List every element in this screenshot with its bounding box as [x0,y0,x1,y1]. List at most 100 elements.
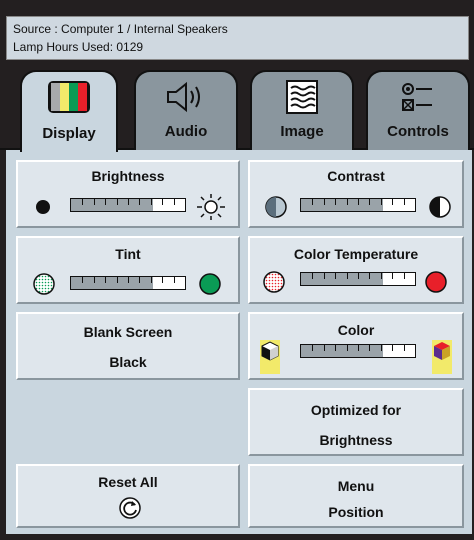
slider-tick [403,273,405,279]
slider-tick [116,277,118,283]
slider-tick [82,199,84,205]
slider-tick [93,277,95,283]
slider-tick [392,199,394,205]
slider-ticks [301,273,415,279]
tab-controls-label: Controls [387,123,449,140]
lamp-hours-text: Lamp Hours Used: 0129 [13,40,144,54]
slider-tick [335,345,337,351]
status-box: Source : Computer 1 / Internal Speakers … [6,16,469,60]
low-contrast-icon [265,196,287,218]
slider-tick [139,199,141,205]
slider-tick [323,199,325,205]
slider-tick [358,273,359,279]
menu-position-button[interactable]: Menu Position [248,464,464,528]
reset-all-label: Reset All [98,474,158,490]
slider-tick [323,345,325,351]
color-low-cube-icon [260,340,280,374]
blank-screen-button[interactable]: Blank Screen Black [16,312,240,380]
menu-position-value: Position [328,504,384,520]
slider-tick [162,199,164,205]
display-color-bars-icon [22,80,116,114]
contrast-label: Contrast [327,168,385,184]
contrast-control[interactable]: Contrast [248,160,464,228]
reset-icon [119,497,141,519]
slider-tick [346,273,348,279]
optimized-for-value: Brightness [319,432,393,448]
slider-tick [403,345,405,351]
color-temperature-slider[interactable] [300,272,416,286]
slider-tick [369,273,371,279]
tint-green-icon [199,273,221,295]
slider-tick [335,273,337,279]
slider-tick [403,199,405,205]
sun-icon [197,194,225,220]
tab-image[interactable]: Image [250,70,354,150]
tint-control[interactable]: Tint [16,236,240,304]
slider-tick [173,199,175,205]
slider-tick [346,345,348,351]
tint-label: Tint [115,246,141,262]
menu-position-label: Menu [337,478,375,494]
slider-tick [150,199,152,205]
tab-audio[interactable]: Audio [134,70,238,150]
display-panel: Brightness Contrast Tint Color Temperatu… [6,148,472,534]
slider-tick [128,277,129,283]
slider-tick [369,199,371,205]
slider-ticks [301,345,415,351]
slider-ticks [71,277,185,283]
slider-tick [380,273,382,279]
brightness-label: Brightness [91,168,165,184]
reset-all-button[interactable]: Reset All [16,464,240,528]
contrast-slider[interactable] [300,198,416,212]
color-slider[interactable] [300,344,416,358]
slider-tick [139,277,141,283]
brightness-control[interactable]: Brightness [16,160,240,228]
tab-image-label: Image [280,123,324,140]
slider-tick [128,199,129,205]
slider-tick [312,345,314,351]
temperature-light-red-icon [263,271,285,293]
slider-tick [173,277,175,283]
slider-tick [380,345,382,351]
slider-tick [150,277,152,283]
tab-display-label: Display [42,125,96,142]
color-high-cube-icon [432,340,452,374]
slider-tick [82,277,84,283]
tab-display[interactable]: Display [20,70,118,152]
slider-tick [392,273,394,279]
slider-tick [105,277,107,283]
slider-tick [392,345,394,351]
image-waves-icon [252,80,352,114]
color-temperature-label: Color Temperature [293,246,419,262]
color-control[interactable]: Color [248,312,464,380]
slider-tick [346,199,348,205]
slider-tick [93,199,95,205]
controls-toggle-icon [368,80,468,114]
slider-tick [116,199,118,205]
brightness-slider[interactable] [70,198,186,212]
slider-tick [162,277,164,283]
tab-audio-label: Audio [164,123,208,140]
high-contrast-icon [429,196,451,218]
slider-tick [105,199,107,205]
slider-tick [335,199,337,205]
tab-controls[interactable]: Controls [366,70,470,150]
optimized-for-label: Optimized for [310,402,402,418]
temperature-red-icon [425,271,447,293]
tint-slider[interactable] [70,276,186,290]
slider-tick [380,199,382,205]
optimized-for-button[interactable]: Optimized for Brightness [248,388,464,456]
slider-tick [369,345,371,351]
slider-tick [358,345,359,351]
blank-screen-label: Blank Screen [83,324,173,340]
dark-dot-icon [36,200,50,214]
blank-screen-value: Black [109,354,147,370]
slider-tick [312,199,314,205]
color-temperature-control[interactable]: Color Temperature [248,236,464,304]
source-text: Source : Computer 1 / Internal Speakers [13,22,228,36]
slider-tick [358,199,359,205]
slider-tick [312,273,314,279]
slider-ticks [301,199,415,205]
speaker-icon [136,80,236,114]
slider-tick [323,273,325,279]
